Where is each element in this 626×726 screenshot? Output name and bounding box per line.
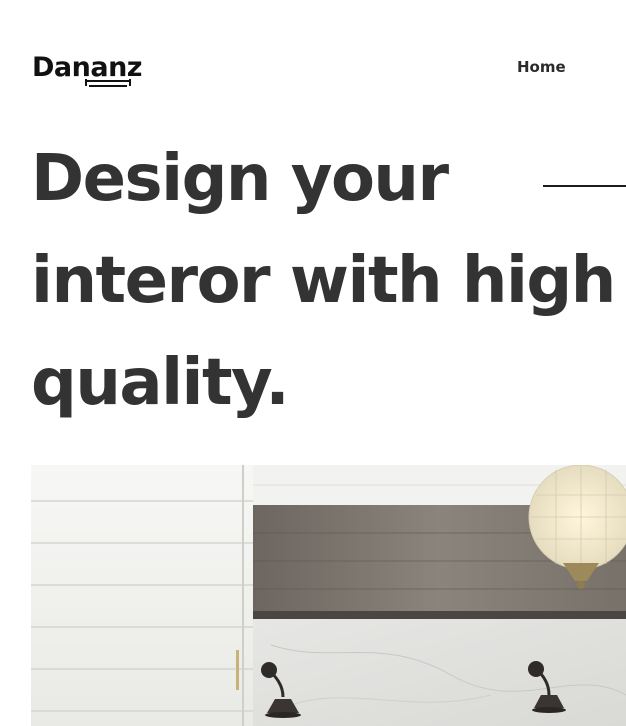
- nav-link-home[interactable]: Home: [517, 58, 566, 76]
- hero-title-line: Design your: [31, 142, 449, 216]
- hero-title-line: quality.: [31, 346, 290, 420]
- site-header: Dananz Home: [0, 0, 626, 120]
- kitchen-illustration: [31, 465, 626, 726]
- sofa-icon: [85, 79, 131, 87]
- hero-title: Design your interor with high quality.: [31, 128, 626, 434]
- decorative-rule: [543, 185, 626, 187]
- hero-title-line: interor with high: [31, 244, 616, 318]
- logo[interactable]: Dananz: [32, 50, 162, 90]
- hero-image-kitchen: [31, 465, 626, 726]
- main-nav: Home: [517, 57, 566, 77]
